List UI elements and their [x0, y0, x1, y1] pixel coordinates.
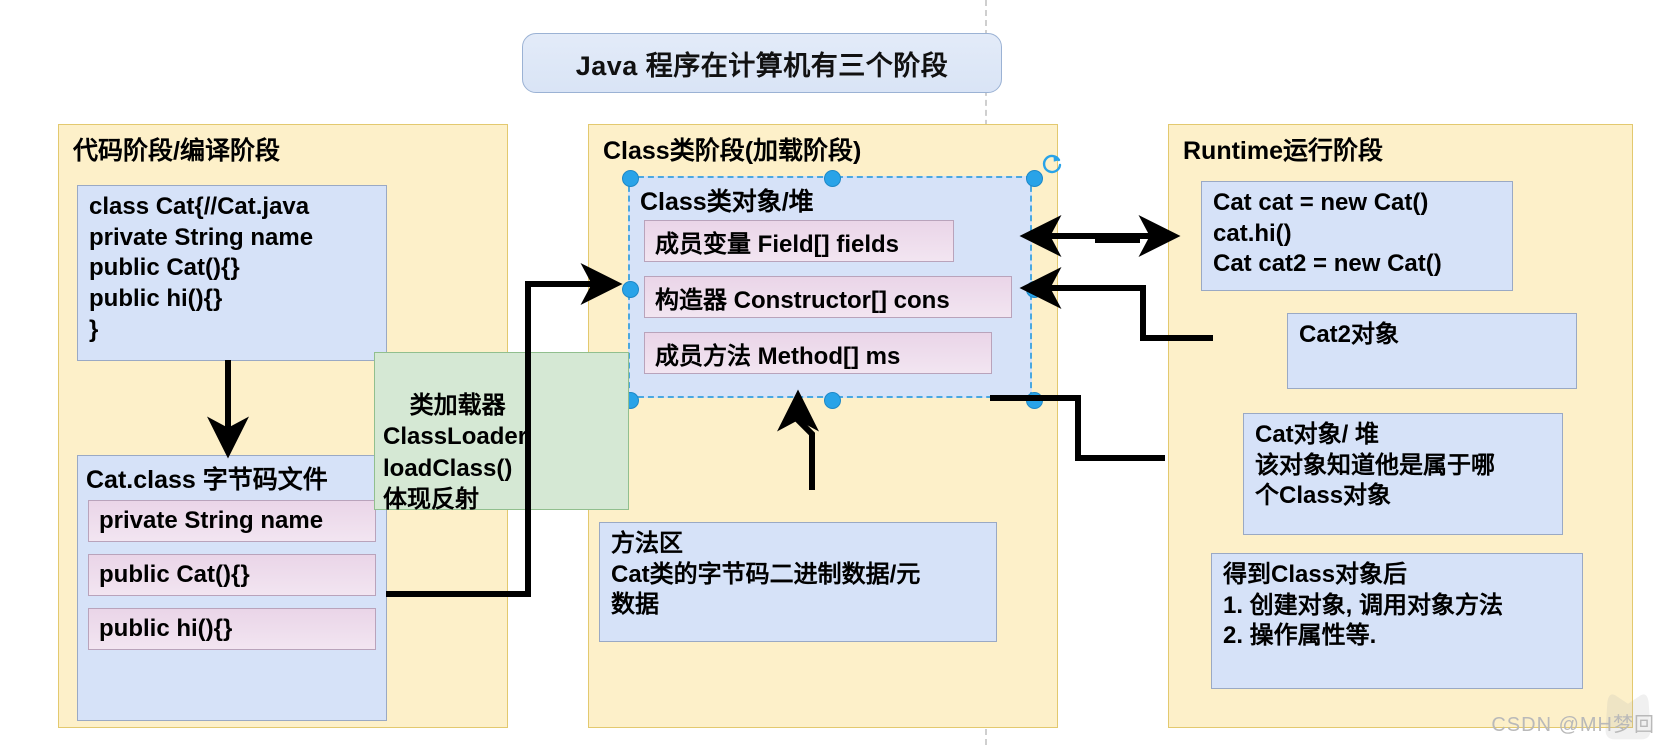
rotate-handle-icon[interactable]	[1040, 152, 1064, 176]
selection-handle-top-center[interactable]	[824, 170, 841, 187]
runtime-code-text: Cat cat = new Cat() cat.hi() Cat cat2 = …	[1213, 189, 1442, 278]
class-file-title: Cat.class 字节码文件	[86, 466, 328, 494]
panel-runtime-stage-title: Runtime运行阶段	[1183, 137, 1384, 165]
class-object-member-methods: 成员方法 Method[] ms	[644, 332, 992, 374]
panel-runtime-stage: Runtime运行阶段 Cat cat = new Cat() cat.hi()…	[1168, 124, 1633, 728]
class-object-title: Class类对象/堆	[640, 188, 814, 216]
method-area-text: 方法区 Cat类的字节码二进制数据/元 数据	[611, 530, 921, 619]
cat-object-text: Cat对象/ 堆 该对象知道他是属于哪 个Class对象	[1255, 421, 1495, 510]
diagram-title-label: Java 程序在计算机有三个阶段	[575, 50, 949, 81]
source-code-box: class Cat{//Cat.java private String name…	[77, 185, 387, 361]
cat-object-box: Cat对象/ 堆 该对象知道他是属于哪 个Class对象	[1243, 413, 1563, 535]
class-file-member-method: public hi(){}	[88, 608, 376, 650]
selection-handle-middle-left[interactable]	[622, 281, 639, 298]
source-code-text: class Cat{//Cat.java private String name…	[89, 193, 314, 343]
cat2-object-box: Cat2对象	[1287, 313, 1577, 389]
class-object-usage-box: 得到Class对象后 1. 创建对象, 调用对象方法 2. 操作属性等.	[1211, 553, 1583, 689]
classloader-text: 类加载器 ClassLoader loadClass() 体现反射	[383, 392, 528, 513]
selection-handle-bottom-center[interactable]	[824, 392, 841, 409]
panel-code-stage-title: 代码阶段/编译阶段	[73, 137, 280, 165]
classloader-box: 类加载器 ClassLoader loadClass() 体现反射	[374, 352, 629, 513]
cat2-object-text: Cat2对象	[1299, 321, 1400, 348]
class-file-member-field: private String name	[88, 500, 376, 542]
class-object-box[interactable]: Class类对象/堆 成员变量 Field[] fields 构造器 Const…	[622, 170, 1043, 409]
diagram-title: Java 程序在计算机有三个阶段	[522, 33, 1002, 93]
selection-handle-bottom-right[interactable]	[1026, 392, 1043, 409]
panel-class-stage-title: Class类阶段(加载阶段)	[603, 137, 862, 165]
class-file-member-constructor: public Cat(){}	[88, 554, 376, 596]
class-file-box: Cat.class 字节码文件 private String name publ…	[77, 455, 387, 721]
diagram-canvas: Java 程序在计算机有三个阶段 代码阶段/编译阶段 class Cat{//C…	[0, 0, 1669, 745]
selection-handle-top-left[interactable]	[622, 170, 639, 187]
class-object-member-constructors: 构造器 Constructor[] cons	[644, 276, 1012, 318]
runtime-code-box: Cat cat = new Cat() cat.hi() Cat cat2 = …	[1201, 181, 1513, 291]
class-object-member-fields: 成员变量 Field[] fields	[644, 220, 954, 262]
method-area-box: 方法区 Cat类的字节码二进制数据/元 数据	[599, 522, 997, 642]
watermark-label: CSDN @MH梦回	[1491, 714, 1655, 736]
selection-handle-middle-right[interactable]	[1026, 281, 1043, 298]
class-object-usage-text: 得到Class对象后 1. 创建对象, 调用对象方法 2. 操作属性等.	[1223, 561, 1504, 650]
